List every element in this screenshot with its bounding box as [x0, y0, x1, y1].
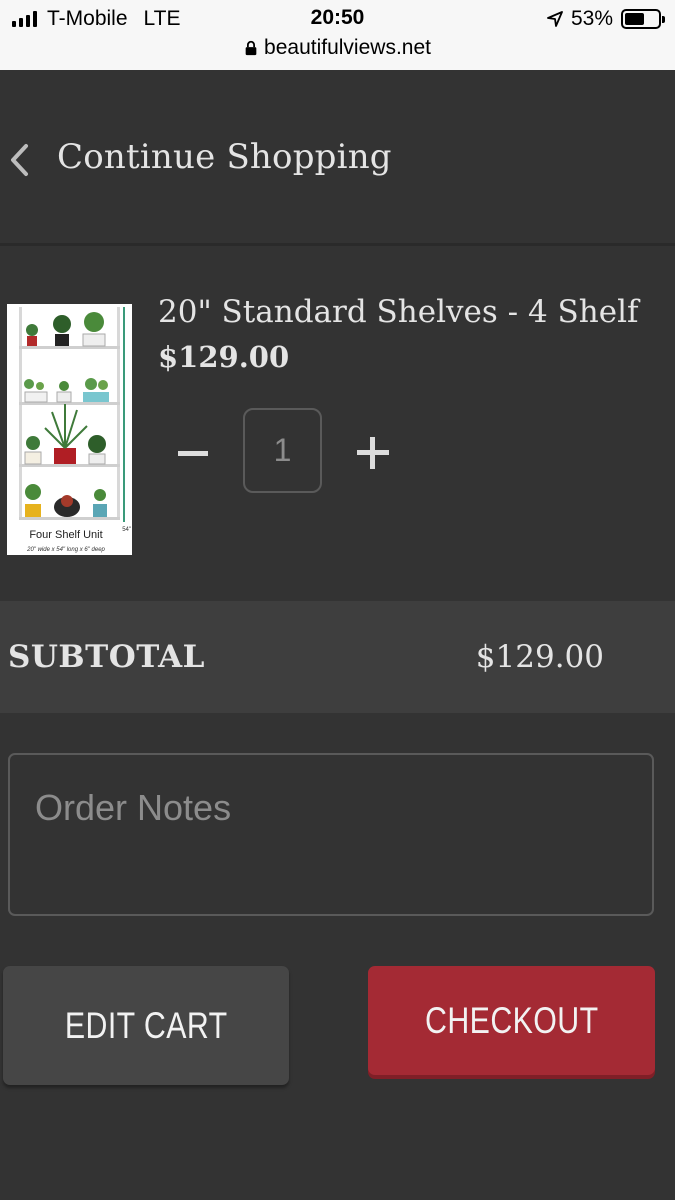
- image-subcaption: 20" wide x 54" long x 6" deep: [27, 547, 105, 553]
- edit-cart-label: EDIT CART: [64, 1004, 228, 1046]
- divider: [0, 243, 675, 246]
- url-text: beautifulviews.net: [264, 36, 431, 59]
- quantity-field[interactable]: 1: [243, 408, 322, 493]
- address-bar[interactable]: beautifulviews.net: [0, 36, 675, 60]
- subtotal-bar: SUBTOTAL $129.00: [0, 601, 675, 713]
- subtotal-value: $129.00: [475, 639, 604, 675]
- order-notes-field[interactable]: [8, 753, 654, 916]
- checkout-button[interactable]: CHECKOUT: [368, 966, 655, 1075]
- quantity-increase-button[interactable]: [350, 430, 396, 476]
- battery-percent: 53%: [570, 7, 613, 30]
- product-title[interactable]: 20" Standard Shelves - 4 Shelf: [158, 294, 638, 330]
- quantity-decrease-button[interactable]: [170, 430, 216, 476]
- product-thumbnail[interactable]: 54" Four Shelf Unit 20" wide x 54" long …: [7, 304, 132, 555]
- chevron-left-icon: [11, 144, 28, 176]
- edit-cart-button[interactable]: EDIT CART: [3, 966, 289, 1085]
- product-price: $129.00: [158, 340, 290, 374]
- battery-icon: [621, 9, 665, 29]
- status-bar: T-Mobile LTE 20:50 53% beautifulviews.ne…: [0, 0, 675, 70]
- minus-icon: [178, 450, 208, 456]
- location-arrow-icon: [547, 11, 563, 27]
- shelf-plants-image: [19, 307, 125, 522]
- continue-shopping-label: Continue Shopping: [57, 137, 392, 177]
- image-caption: Four Shelf Unit: [29, 529, 103, 541]
- subtotal-label: SUBTOTAL: [8, 639, 205, 675]
- status-right: 53%: [547, 6, 665, 32]
- checkout-label: CHECKOUT: [424, 999, 599, 1041]
- lock-icon: [245, 40, 257, 56]
